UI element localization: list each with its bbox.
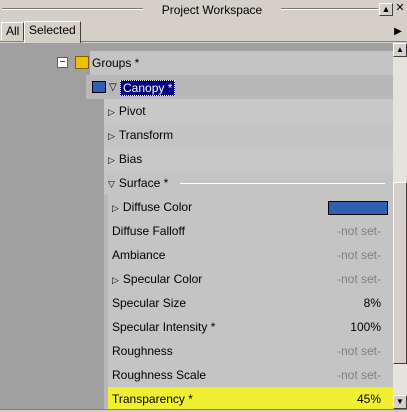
tab-all[interactable]: All bbox=[1, 22, 25, 41]
property-label: Specular Intensity * bbox=[112, 320, 216, 334]
tab-scroll-right-icon[interactable]: ▶ bbox=[391, 24, 405, 40]
section-label: Surface * bbox=[118, 176, 169, 190]
property-label: Transparency * bbox=[112, 392, 193, 406]
property-label: Specular Color bbox=[122, 272, 203, 286]
expand-arrow-icon: ▷ bbox=[108, 155, 115, 165]
scroll-down-icon[interactable]: ▼ bbox=[393, 395, 407, 409]
section-transform[interactable]: ▷ Transform bbox=[104, 123, 393, 147]
property-specular-color[interactable]: ▷ Specular Color -not set- bbox=[104, 267, 393, 291]
collapse-toggle-icon[interactable]: − bbox=[57, 57, 68, 68]
expand-arrow-icon: ▷ bbox=[108, 107, 115, 117]
tree-panel: − Groups * ▽ Canopy * ▷ Pivot ▷ Transform … bbox=[0, 43, 393, 409]
window-titlebar: Project Workspace ▲ ✕ bbox=[0, 0, 407, 20]
property-label: Roughness bbox=[112, 344, 173, 358]
property-value: -not set- bbox=[336, 248, 381, 262]
property-label: Diffuse Falloff bbox=[112, 224, 185, 238]
property-value: 8% bbox=[363, 296, 381, 310]
section-label: Transform bbox=[118, 128, 174, 142]
property-value: 45% bbox=[356, 392, 381, 406]
property-specular-size[interactable]: Specular Size 8% bbox=[104, 291, 393, 315]
diffuse-color-swatch[interactable] bbox=[328, 201, 388, 215]
section-pivot[interactable]: ▷ Pivot bbox=[104, 99, 393, 123]
property-roughness[interactable]: Roughness -not set- bbox=[104, 339, 393, 363]
expand-arrow-icon: ▷ bbox=[108, 131, 115, 141]
section-bias[interactable]: ▷ Bias bbox=[104, 147, 393, 171]
property-value: -not set- bbox=[336, 368, 381, 382]
expand-arrow-icon[interactable]: ▽ bbox=[109, 80, 117, 96]
property-value: 100% bbox=[350, 320, 381, 334]
tree-item-groups[interactable]: Groups * bbox=[90, 51, 393, 75]
property-label: Specular Size bbox=[112, 296, 187, 310]
property-value: -not set- bbox=[336, 344, 381, 358]
property-label: Roughness Scale bbox=[112, 368, 207, 382]
expand-arrow-icon: ▷ bbox=[112, 203, 119, 213]
tab-selected[interactable]: Selected bbox=[24, 21, 81, 43]
section-surface[interactable]: ▽ Surface * bbox=[104, 171, 393, 195]
expand-arrow-icon: ▷ bbox=[112, 275, 119, 285]
collapse-arrow-icon: ▽ bbox=[108, 179, 115, 189]
scrollbar-thumb[interactable] bbox=[393, 182, 407, 364]
property-roughness-scale[interactable]: Roughness Scale -not set- bbox=[104, 363, 393, 387]
canopy-color-swatch bbox=[92, 81, 106, 93]
property-diffuse-color[interactable]: ▷ Diffuse Color bbox=[104, 195, 393, 219]
property-label: Diffuse Color bbox=[122, 200, 193, 214]
scroll-up-icon[interactable]: ▲ bbox=[393, 43, 407, 57]
property-ambiance[interactable]: Ambiance -not set- bbox=[104, 243, 393, 267]
property-specular-intensity[interactable]: Specular Intensity * 100% bbox=[104, 315, 393, 339]
vertical-scrollbar[interactable]: ▲ ▼ bbox=[393, 43, 407, 409]
window-title: Project Workspace bbox=[143, 3, 281, 17]
property-label: Ambiance bbox=[112, 248, 166, 262]
groups-label: Groups * bbox=[92, 56, 140, 70]
section-label: Pivot bbox=[118, 104, 146, 118]
property-value: -not set- bbox=[336, 224, 381, 238]
property-transparency[interactable]: Transparency * 45% bbox=[104, 387, 393, 409]
section-label: Bias bbox=[118, 152, 143, 166]
maximize-button[interactable]: ▲ bbox=[379, 3, 393, 16]
section-divider bbox=[180, 183, 385, 184]
property-value: -not set- bbox=[336, 272, 381, 286]
property-diffuse-falloff[interactable]: Diffuse Falloff -not set- bbox=[104, 219, 393, 243]
close-button[interactable]: ✕ bbox=[394, 3, 406, 16]
group-icon bbox=[75, 56, 89, 69]
canopy-label[interactable]: Canopy * bbox=[120, 80, 176, 96]
